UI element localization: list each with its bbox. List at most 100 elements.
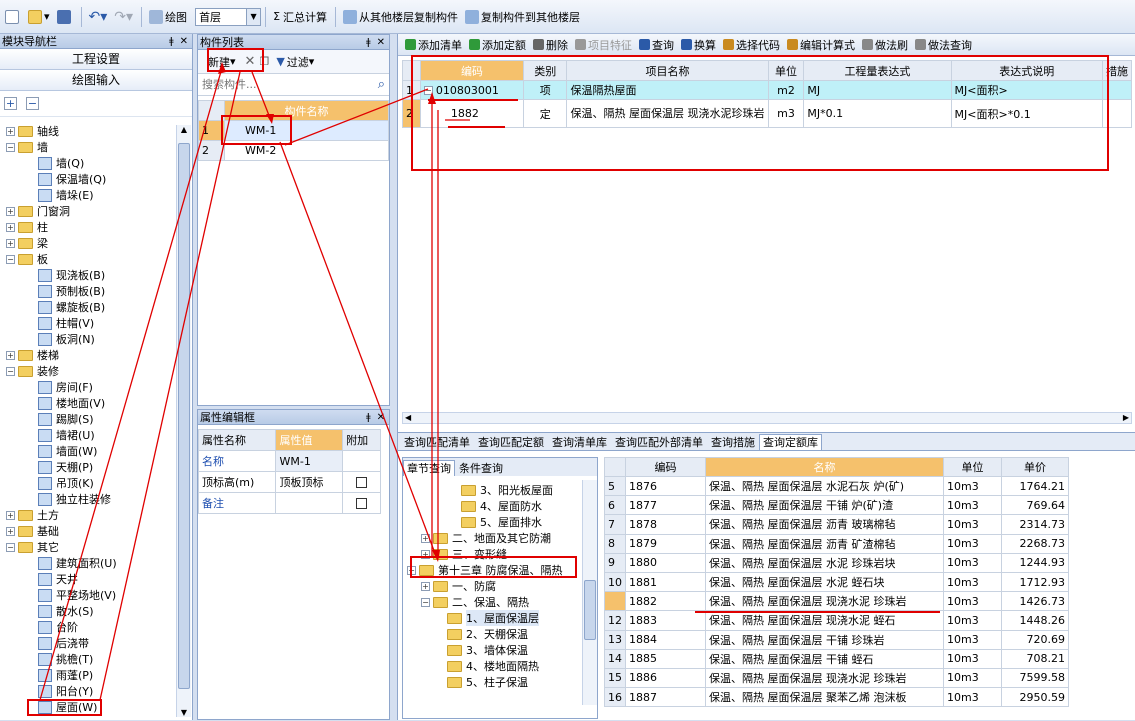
nav-item[interactable]: 天棚(P) — [38, 459, 93, 475]
query-tab[interactable]: 查询匹配外部清单 — [611, 434, 707, 450]
expand-icon[interactable]: + — [6, 526, 15, 536]
close-icon[interactable]: ✕ — [180, 36, 188, 47]
nav-item[interactable]: 吊顶(K) — [38, 475, 94, 491]
filter-button[interactable]: ▼ 过滤 ▾ — [273, 50, 317, 74]
pin-icon[interactable]: ǂ — [366, 37, 371, 48]
undo-icon[interactable]: ↶▾ — [86, 5, 111, 29]
chapter-node[interactable]: 3、墙体保温 — [447, 642, 528, 658]
expand-icon[interactable]: + — [6, 238, 15, 248]
chapter-node[interactable]: 5、柱子保温 — [447, 674, 528, 690]
nav-folder[interactable]: + 基础 — [6, 523, 59, 539]
close-icon[interactable]: ✕ — [377, 412, 385, 423]
nav-folder[interactable]: − 板 — [6, 251, 48, 267]
quota-library-row[interactable]: 7 1878 保温、隔热 屋面保温层 沥青 玻璃棉毡 10m3 2314.73 — [604, 514, 1069, 535]
nav-item[interactable]: 独立柱装修 — [38, 491, 111, 507]
copy-from-floor-button[interactable]: 从其他楼层复制构件 — [340, 5, 461, 29]
nav-item[interactable]: 墙面(W) — [38, 443, 97, 459]
chapter-node[interactable]: 3、阳光板屋面 — [461, 482, 553, 498]
chapter-node[interactable]: + 一、防腐 — [421, 578, 496, 594]
nav-folder[interactable]: − 其它 — [6, 539, 59, 555]
quota-library-row[interactable]: 15 1886 保温、隔热 屋面保温层 现浇水泥 珍珠岩 10m3 7599.58 — [604, 667, 1069, 689]
collapse-icon[interactable]: − — [6, 542, 15, 552]
expand-icon[interactable]: + — [6, 206, 15, 216]
open-folder-icon[interactable]: ▾ — [25, 5, 53, 29]
list-tool-button-4[interactable]: 项目特征 — [572, 35, 635, 55]
query-tab[interactable]: 查询定额库 — [759, 434, 822, 450]
pin-icon[interactable]: ǂ — [366, 412, 371, 423]
chapter-tab[interactable]: 条件查询 — [455, 460, 507, 476]
checkbox[interactable] — [356, 477, 368, 488]
quota-library-row[interactable]: 9 1880 保温、隔热 屋面保温层 水泥 珍珠岩块 10m3 1244.93 — [604, 552, 1069, 573]
quota-library-row[interactable]: 12 1883 保温、隔热 屋面保温层 现浇水泥 蛭石 10m3 1448.26 — [604, 610, 1069, 631]
redo-icon[interactable]: ↷▾ — [111, 5, 136, 29]
chapter-node[interactable]: 4、屋面防水 — [461, 498, 542, 514]
pin-icon[interactable]: ǂ — [169, 36, 174, 47]
list-tool-button-7[interactable]: 选择代码 — [720, 35, 783, 55]
quota-library-row[interactable]: 8 1879 保温、隔热 屋面保温层 沥青 矿渣棉毡 10m3 2268.73 — [604, 533, 1069, 554]
collapse-icon[interactable]: − — [421, 597, 430, 607]
chapter-node[interactable]: 4、楼地面隔热 — [447, 658, 539, 674]
list-tool-button-6[interactable]: 换算 — [678, 35, 719, 55]
expand-icon[interactable]: + — [6, 350, 15, 360]
nav-item[interactable]: 楼地面(V) — [38, 395, 105, 411]
nav-item[interactable]: 挑檐(T) — [38, 651, 93, 667]
collapse-icon[interactable]: − — [6, 142, 15, 152]
nav-folder[interactable]: + 轴线 — [6, 125, 59, 139]
nav-folder[interactable]: − 装修 — [6, 363, 59, 379]
list-tool-button-8[interactable]: 编辑计算式 — [784, 35, 858, 55]
scroll-up-icon[interactable]: ▲ — [177, 125, 191, 134]
expand-icon[interactable]: + — [6, 126, 15, 136]
nav-item[interactable]: 阳台(Y) — [38, 683, 93, 699]
nav-item[interactable]: 雨蓬(P) — [38, 667, 93, 683]
quota-library-row[interactable]: 13 1884 保温、隔热 屋面保温层 干铺 珍珠岩 10m3 720.69 — [604, 629, 1069, 650]
nav-item[interactable]: 后浇带 — [38, 635, 89, 651]
quota-library-row[interactable]: 5 1876 保温、隔热 屋面保温层 水泥石灰 炉(矿) 10m3 1764.21 — [604, 475, 1069, 497]
scroll-down-icon[interactable]: ▼ — [177, 708, 191, 717]
nav-item[interactable]: 保温墙(Q) — [38, 171, 106, 187]
nav-item[interactable]: 墙垛(E) — [38, 187, 94, 203]
draw-button[interactable]: 绘图 — [146, 5, 190, 29]
nav-item[interactable]: 螺旋板(B) — [38, 299, 105, 315]
list-tool-button-9[interactable]: 做法刷 — [859, 35, 911, 55]
quota-library-row[interactable]: 16 1887 保温、隔热 屋面保温层 聚苯乙烯 泡沫板 10m3 2950.59 — [604, 687, 1069, 708]
expand-icon[interactable]: + — [421, 533, 430, 543]
property-row[interactable]: 名称 WM-1 — [197, 450, 381, 472]
close-icon[interactable]: ✕ — [377, 37, 385, 48]
quota-library-row[interactable]: 10 1881 保温、隔热 屋面保温层 水泥 蛭石块 10m3 1712.93 — [604, 571, 1069, 593]
quota-library-row[interactable]: 14 1885 保温、隔热 屋面保温层 干铺 蛭石 10m3 708.21 — [604, 648, 1069, 669]
expand-all-icon[interactable]: + — [4, 97, 17, 110]
nav-item[interactable]: 柱帽(V) — [38, 315, 94, 331]
copy-to-floor-button[interactable]: 复制构件到其他楼层 — [462, 5, 583, 29]
search-icon[interactable]: ⌕ — [378, 77, 385, 92]
nav-folder[interactable]: + 土方 — [6, 507, 59, 523]
nav-scrollbar[interactable]: ▲ ▼ — [176, 125, 191, 717]
nav-item[interactable]: 墙裙(U) — [38, 427, 95, 443]
chapter-scrollbar[interactable] — [582, 480, 597, 705]
nav-item[interactable]: 天井 — [38, 571, 78, 587]
quota-library-row[interactable]: 11 1882 保温、隔热 屋面保温层 现浇水泥 珍珠岩 10m3 1426.73 — [604, 591, 1069, 612]
nav-folder[interactable]: + 门窗洞 — [6, 203, 70, 219]
collapse-all-icon[interactable]: − — [26, 97, 39, 110]
quota-library-row[interactable]: 6 1877 保温、隔热 屋面保温层 干铺 炉(矿)渣 10m3 769.64 — [604, 495, 1069, 516]
scroll-left-icon[interactable]: ◀ — [405, 413, 411, 422]
sum-calc-button[interactable]: Σ 汇总计算 — [270, 5, 330, 29]
nav-item[interactable]: 台阶 — [38, 619, 78, 635]
nav-item[interactable]: 预制板(B) — [38, 283, 105, 299]
list-tool-button-1[interactable]: 添加清单 — [402, 35, 465, 55]
nav-item[interactable]: 散水(S) — [38, 603, 94, 619]
nav-folder[interactable]: + 楼梯 — [6, 347, 59, 363]
chapter-node[interactable]: 2、天棚保温 — [447, 626, 528, 642]
project-settings-button[interactable]: 工程设置 — [0, 49, 192, 70]
query-tab[interactable]: 查询匹配清单 — [400, 434, 474, 450]
collapse-icon[interactable]: − — [6, 254, 15, 264]
checkbox[interactable] — [356, 498, 368, 509]
chapter-node[interactable]: − 二、保温、隔热 — [421, 594, 529, 610]
expand-icon[interactable]: + — [6, 222, 15, 232]
drawing-input-button[interactable]: 绘图输入 — [0, 70, 192, 91]
save-icon[interactable] — [54, 5, 76, 29]
collapse-icon[interactable]: − — [6, 366, 15, 376]
component-search-input[interactable] — [202, 75, 378, 94]
list-tool-button-5[interactable]: 查询 — [636, 35, 677, 55]
nav-item[interactable]: 墙(Q) — [38, 155, 84, 171]
nav-item[interactable]: 房间(F) — [38, 379, 93, 395]
